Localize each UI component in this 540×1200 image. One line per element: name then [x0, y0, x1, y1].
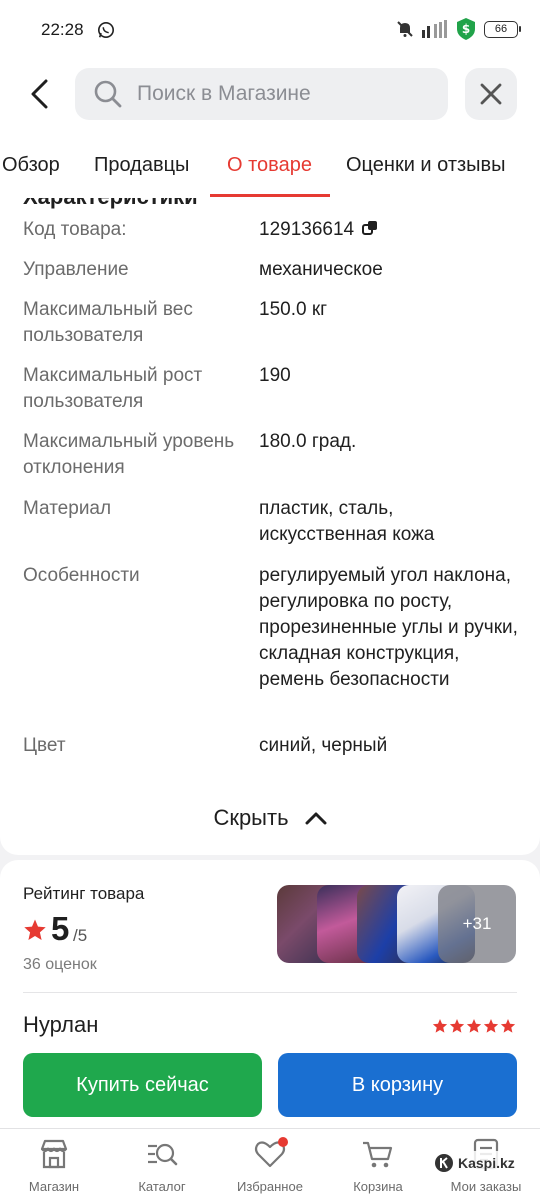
notification-dot: [278, 1137, 288, 1147]
whatsapp-icon: [97, 21, 115, 39]
specs-heading: Характеристики: [23, 198, 198, 210]
active-tab-indicator: [210, 194, 330, 197]
back-button[interactable]: [20, 74, 60, 114]
bottom-nav: Магазин Каталог Избранное Корзина Мои за…: [0, 1128, 540, 1200]
buy-now-button[interactable]: Купить сейчас: [23, 1053, 262, 1117]
rating-title: Рейтинг товара: [23, 884, 145, 903]
search-input[interactable]: [137, 82, 427, 106]
tab-about-product[interactable]: О товаре: [227, 154, 312, 177]
spec-value-material: пластик, сталь, искусственная кожа: [259, 498, 435, 545]
rating-count[interactable]: 36 оценок: [23, 956, 97, 974]
star-icon: [432, 1019, 448, 1033]
tab-overview[interactable]: Обзор: [2, 154, 60, 177]
spec-value-max-weight: 150.0 кг: [259, 299, 328, 320]
rating-score: 5: [51, 910, 70, 947]
star-icon: [466, 1019, 482, 1033]
catalog-search-icon: [148, 1143, 178, 1166]
watermark-text: Kaspi.kz: [458, 1155, 515, 1171]
nav-label: Корзина: [353, 1179, 403, 1194]
chevron-left-icon: [31, 79, 48, 109]
spec-value-max-angle: 180.0 град.: [259, 431, 357, 452]
security-shield-icon: $: [457, 18, 475, 40]
header: [0, 60, 540, 130]
spec-label-code: Код товара:: [23, 219, 127, 240]
spec-value-code: 129136614: [259, 217, 519, 243]
nav-label: Каталог: [138, 1179, 186, 1194]
kaspi-watermark: Kaspi.kz: [430, 1151, 519, 1175]
status-bar: 22:28 $ 66: [0, 0, 540, 60]
review-photos: +31: [277, 885, 517, 963]
spec-label-max-angle: Максимальный уровень отклонения: [23, 431, 235, 478]
svg-text:$: $: [462, 22, 470, 36]
spec-label-features: Особенности: [23, 565, 140, 586]
search-icon: [94, 80, 122, 108]
rating-max: /5: [73, 926, 88, 945]
status-time: 22:28: [41, 20, 84, 39]
spec-label-max-weight: Максимальный вес пользователя: [23, 299, 193, 346]
close-icon: [480, 83, 502, 105]
spec-label-control: Управление: [23, 259, 129, 280]
spec-value-color: синий, черный: [259, 735, 388, 756]
product-code: 129136614: [259, 219, 355, 240]
status-icons: $ 66: [396, 18, 521, 40]
mute-bell-icon: [397, 21, 413, 37]
spec-label-color: Цвет: [23, 735, 66, 756]
nav-favorites[interactable]: Избранное: [216, 1137, 324, 1194]
hide-specs-button[interactable]: Скрыть: [0, 798, 540, 838]
tab-reviews[interactable]: Оценки и отзывы: [346, 154, 506, 177]
spec-value-max-height: 190: [259, 365, 291, 386]
nav-catalog[interactable]: Каталог: [108, 1137, 216, 1194]
nav-label: Мои заказы: [450, 1179, 522, 1194]
shop-icon: [40, 1139, 68, 1169]
search-box[interactable]: [75, 68, 448, 120]
spec-value-features: регулируемый угол наклона, регулировка п…: [259, 565, 518, 690]
battery-indicator: 66: [484, 20, 521, 38]
star-icon: [449, 1019, 465, 1033]
spec-value-control: механическое: [259, 259, 383, 280]
star-icon: [24, 919, 46, 940]
signal-icon: [422, 20, 447, 38]
product-tabs: Обзор Продавцы О товаре Оценки и отзывы: [0, 130, 540, 198]
add-to-cart-button[interactable]: В корзину: [278, 1053, 517, 1117]
star-icon: [483, 1019, 499, 1033]
specs-card: Характеристики Код товара: 129136614 Упр…: [0, 198, 540, 855]
copy-icon[interactable]: [362, 220, 378, 236]
chevron-up-icon: [305, 812, 327, 825]
nav-shop[interactable]: Магазин: [0, 1137, 108, 1194]
review-stars: [432, 1018, 516, 1034]
nav-cart[interactable]: Корзина: [324, 1137, 432, 1194]
hide-specs-label: Скрыть: [213, 805, 289, 830]
nav-label: Избранное: [237, 1179, 303, 1194]
spec-label-max-height: Максимальный рост пользователя: [23, 365, 203, 412]
close-search-button[interactable]: [465, 68, 517, 120]
kaspi-logo-icon: [435, 1154, 453, 1172]
divider: [23, 992, 517, 993]
spec-label-material: Материал: [23, 498, 112, 519]
cart-icon: [363, 1141, 393, 1168]
star-icon: [500, 1019, 516, 1033]
more-photos-button[interactable]: +31: [438, 885, 516, 963]
tab-sellers[interactable]: Продавцы: [94, 154, 189, 177]
nav-label: Магазин: [28, 1179, 80, 1194]
reviewer-name: Нурлан: [23, 1012, 99, 1037]
